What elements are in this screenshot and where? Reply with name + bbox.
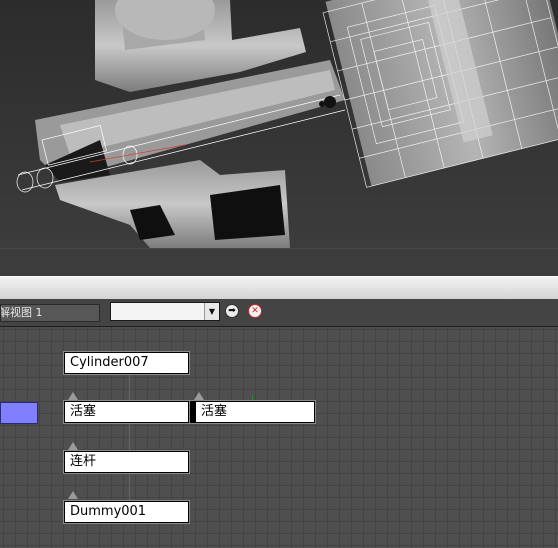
app-window: 解视图 1 ▼ ➡ ✕ Cylinder007 活塞 活塞 连杆 Dummy00… xyxy=(0,0,558,548)
chevron-down-icon[interactable]: ▼ xyxy=(204,303,219,320)
schematic-node-piston-instance[interactable]: 活塞 xyxy=(189,400,316,424)
schematic-canvas[interactable]: Cylinder007 活塞 活塞 连杆 Dummy001 xyxy=(0,327,558,548)
3d-viewport[interactable] xyxy=(0,0,558,248)
panel-splitter[interactable] xyxy=(0,276,558,300)
hierarchy-link xyxy=(129,372,130,502)
schematic-node-piston[interactable]: 活塞 xyxy=(63,400,190,424)
node-expand-triangle-icon[interactable] xyxy=(68,442,78,450)
node-expand-triangle-icon[interactable] xyxy=(68,392,78,400)
schematic-toolbar: 解视图 1 ▼ ➡ ✕ xyxy=(0,299,558,327)
view-name-field[interactable]: 解视图 1 xyxy=(0,304,100,322)
viewport-bottom-edge xyxy=(0,248,558,277)
close-icon[interactable]: ✕ xyxy=(248,304,262,318)
viewport-scene xyxy=(0,0,558,248)
schematic-node-connecting-rod[interactable]: 连杆 xyxy=(63,450,190,474)
schematic-node-dummy001[interactable]: Dummy001 xyxy=(63,500,190,524)
go-arrow-icon[interactable]: ➡ xyxy=(225,304,239,318)
selected-node-stub[interactable] xyxy=(0,402,38,424)
node-expand-triangle-icon[interactable] xyxy=(68,491,78,499)
schematic-node-cylinder007[interactable]: Cylinder007 xyxy=(63,351,190,375)
node-expand-triangle-icon[interactable] xyxy=(194,392,204,400)
name-filter-dropdown[interactable]: ▼ xyxy=(110,302,220,321)
